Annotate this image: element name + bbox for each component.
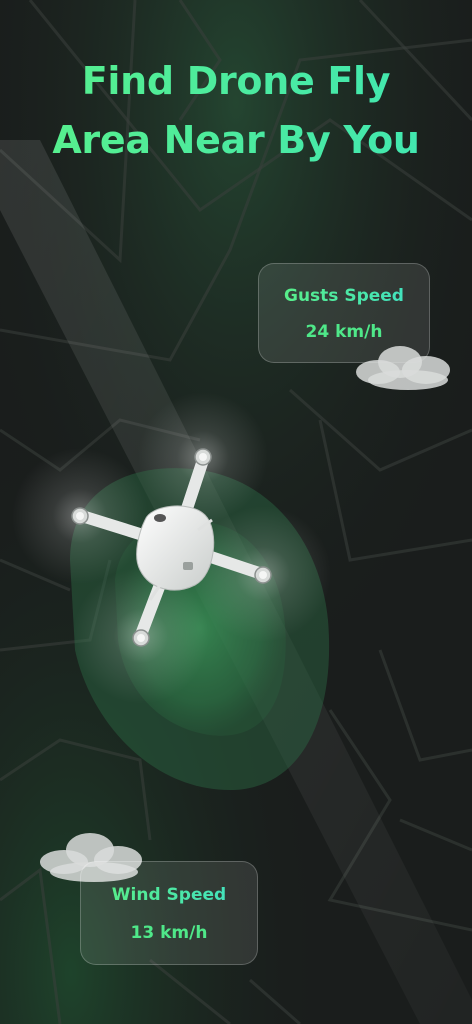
gusts-speed-label: Gusts Speed [259, 286, 429, 306]
wind-speed-value: 13 km/h [130, 923, 208, 943]
wind-speed-card: Wind Speed 13 km/h [80, 861, 258, 965]
wind-speed-label: Wind Speed [81, 885, 257, 905]
cloud-icon [356, 346, 450, 390]
